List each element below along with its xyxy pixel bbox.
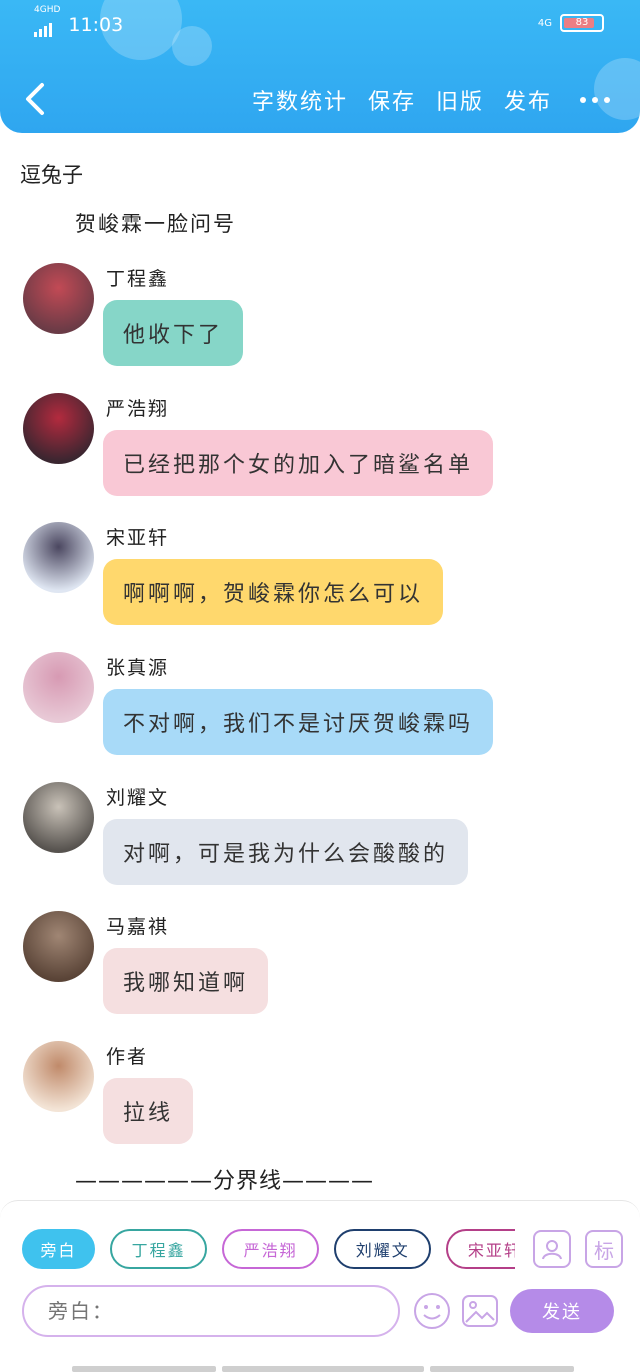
message-input[interactable]: [22, 1285, 400, 1337]
network-type: 4G: [537, 17, 552, 29]
battery-icon: 83: [560, 14, 604, 32]
status-bar-left: 4GHD 11:03: [34, 6, 124, 37]
avatar[interactable]: [23, 652, 94, 723]
narration-text: 贺峻霖一脸问号: [75, 212, 236, 236]
speaker-name: 严浩翔: [106, 398, 170, 420]
network-label: 4GHD: [34, 5, 61, 15]
section-divider-text: ——————分界线————: [75, 1169, 375, 1194]
decor-bubble: [172, 26, 212, 66]
avatar[interactable]: [23, 1041, 94, 1112]
signal-icon: [34, 21, 52, 37]
mark-button[interactable]: 标: [585, 1230, 623, 1268]
role-chip[interactable]: 丁程鑫: [110, 1229, 208, 1269]
image-icon[interactable]: [460, 1291, 500, 1331]
avatar[interactable]: [23, 522, 94, 593]
top-app-bar: 4GHD 11:03 4G 83 字数统计 保存 旧版 发布: [0, 0, 640, 133]
role-chip[interactable]: 宋亚轩: [446, 1229, 515, 1269]
message-bubble[interactable]: 啊啊啊，贺峻霖你怎么可以: [103, 559, 444, 625]
battery-level: 83: [575, 17, 589, 28]
story-title: 逗兔子: [20, 163, 83, 187]
emoji-icon[interactable]: [412, 1291, 452, 1331]
avatar[interactable]: [23, 393, 94, 464]
publish-button[interactable]: 发布: [504, 84, 552, 116]
nav-actions: 字数统计 保存 旧版 发布: [252, 84, 610, 116]
editor-toolbar: 旁白 丁程鑫 严浩翔 刘耀文 宋亚轩 标 发送: [0, 1200, 640, 1372]
avatar[interactable]: [23, 911, 94, 982]
old-version-button[interactable]: 旧版: [436, 84, 484, 116]
speaker-name: 张真源: [106, 657, 170, 679]
word-count-button[interactable]: 字数统计: [252, 84, 348, 116]
role-chip-list[interactable]: 旁白 丁程鑫 严浩翔 刘耀文 宋亚轩: [22, 1229, 515, 1271]
more-icon[interactable]: [580, 97, 610, 103]
speaker-name: 马嘉祺: [106, 916, 170, 938]
message-bubble[interactable]: 不对啊，我们不是讨厌贺峻霖吗: [103, 689, 494, 755]
back-arrow-icon[interactable]: [22, 82, 48, 116]
send-button[interactable]: 发送: [510, 1289, 614, 1333]
role-chip[interactable]: 严浩翔: [222, 1229, 320, 1269]
message-bubble[interactable]: 他收下了: [103, 300, 244, 366]
message-bubble[interactable]: 对啊，可是我为什么会酸酸的: [103, 819, 469, 885]
avatar[interactable]: [23, 263, 94, 334]
role-chip-narration[interactable]: 旁白: [22, 1229, 95, 1269]
status-bar-right: 4G 83: [538, 14, 604, 32]
speaker-name: 刘耀文: [106, 787, 170, 809]
message-bubble[interactable]: 拉线: [103, 1078, 194, 1144]
speaker-name: 宋亚轩: [106, 527, 170, 549]
avatar[interactable]: [23, 782, 94, 853]
save-button[interactable]: 保存: [368, 84, 416, 116]
speaker-name: 作者: [106, 1046, 149, 1068]
message-bubble[interactable]: 已经把那个女的加入了暗鲨名单: [103, 430, 494, 496]
clock: 11:03: [68, 13, 124, 36]
user-card-icon[interactable]: [533, 1230, 571, 1268]
user-card-icon: [542, 1240, 562, 1260]
speaker-name: 丁程鑫: [106, 268, 170, 290]
message-bubble[interactable]: 我哪知道啊: [103, 948, 269, 1014]
bottom-indicator: [72, 1366, 574, 1372]
role-chip[interactable]: 刘耀文: [334, 1229, 432, 1269]
